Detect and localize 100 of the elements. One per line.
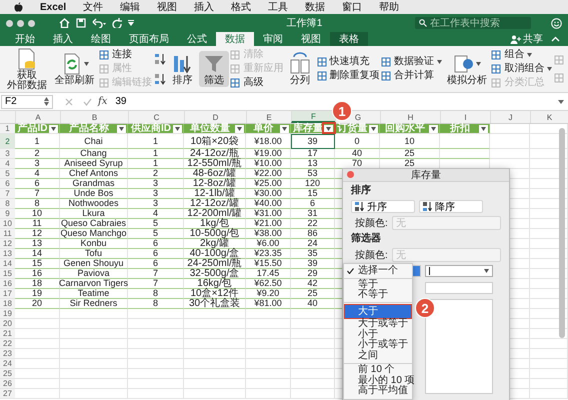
sort-ascending-button[interactable]: 升序 xyxy=(351,200,415,213)
ribbon-button[interactable]: 分列 xyxy=(285,51,316,87)
search-field[interactable]: 在工作表中搜索 xyxy=(415,17,531,29)
sort-ascending-icon[interactable] xyxy=(154,53,166,65)
caret-icon xyxy=(527,53,532,57)
table-cell: 3 xyxy=(128,199,184,209)
column-header[interactable]: A xyxy=(15,111,60,123)
redo-icon[interactable] xyxy=(112,18,122,28)
column-header[interactable]: F xyxy=(291,111,335,123)
ribbon-tab[interactable]: 表格 xyxy=(330,32,368,46)
menu-item[interactable]: 等于 xyxy=(344,280,412,290)
ribbon-tab[interactable]: 视图 xyxy=(292,32,330,46)
ribbon-tab[interactable]: 插入 xyxy=(44,32,82,46)
ribbon-button[interactable]: 排序 xyxy=(167,51,198,87)
empty-cell xyxy=(184,339,246,349)
menu-item[interactable]: 编辑 xyxy=(120,0,140,14)
ribbon-tab[interactable]: 审阅 xyxy=(254,32,292,46)
table-cell: 3 xyxy=(128,179,184,189)
row-number: 21 xyxy=(0,329,15,339)
empty-cell xyxy=(128,339,184,349)
filter-button[interactable] xyxy=(324,124,333,132)
undo-icon[interactable] xyxy=(92,18,106,28)
smiley-icon[interactable] xyxy=(551,18,562,28)
menu-item[interactable]: 工具 xyxy=(268,0,288,14)
ribbon-button[interactable]: 全部刷新 xyxy=(52,51,98,87)
caret-icon[interactable] xyxy=(558,100,564,104)
menu-item[interactable]: 格式 xyxy=(231,0,252,14)
menu-item[interactable]: 之间 xyxy=(344,351,412,362)
menu-item[interactable]: 数据 xyxy=(305,0,326,14)
zoom-button[interactable] xyxy=(28,20,35,26)
ribbon-button[interactable]: 删除重复项 xyxy=(316,70,380,82)
ribbon-tab[interactable]: 数据 xyxy=(216,32,254,46)
menu-item[interactable]: 选择一个 xyxy=(344,266,412,277)
ribbon-button[interactable]: 合并计算 xyxy=(381,70,442,82)
ribbon-button[interactable]: 连接 xyxy=(99,49,152,61)
app-menu[interactable]: Excel xyxy=(40,2,66,12)
filter-button[interactable] xyxy=(173,124,182,132)
empty-cell xyxy=(184,389,246,399)
menu-item[interactable]: 最小的 10 项 xyxy=(344,376,412,386)
menu-item[interactable]: 不等于 xyxy=(344,290,412,302)
value-field[interactable] xyxy=(425,265,493,277)
table-cell: 1kg/包 xyxy=(184,219,246,229)
close-button[interactable] xyxy=(347,171,354,178)
name-box[interactable]: F2 xyxy=(1,94,53,108)
check-icon[interactable] xyxy=(83,98,92,106)
row-number: 19 xyxy=(0,309,15,319)
grid-icon xyxy=(230,64,240,74)
ribbon-tab[interactable]: 公式 xyxy=(178,32,216,46)
ribbon-button[interactable]: 组合 xyxy=(491,49,552,61)
function-button[interactable]: fx xyxy=(98,96,108,107)
ribbon-tab[interactable]: 页面布局 xyxy=(120,32,178,46)
table-cell: 16kg/包 xyxy=(184,279,246,289)
close-button[interactable] xyxy=(6,20,13,26)
menu-item[interactable]: 帮助 xyxy=(379,0,400,14)
menu-item[interactable]: 视图 xyxy=(157,0,178,14)
table-cell: 1 xyxy=(128,149,184,159)
menu-item[interactable]: 高于平均值 xyxy=(344,386,412,397)
filter-button[interactable] xyxy=(429,124,438,132)
ribbon-button[interactable]: 取消组合 xyxy=(491,63,552,75)
ribbon-button[interactable]: 快速填充 xyxy=(316,56,380,68)
share-button[interactable]: 共享 xyxy=(504,32,551,46)
sort-descending-icon[interactable] xyxy=(154,73,166,85)
filter-button[interactable] xyxy=(369,124,378,132)
menu-item[interactable]: 大于或等于 xyxy=(344,319,412,330)
minimize-button[interactable] xyxy=(17,20,24,26)
table-cell: 22 xyxy=(291,219,335,229)
ribbon-button[interactable]: 筛选 xyxy=(198,51,229,87)
ribbon-tab[interactable]: 绘图 xyxy=(82,32,120,46)
sort-descending-button[interactable]: 降序 xyxy=(419,200,483,213)
column-header[interactable]: B xyxy=(60,111,128,123)
column-header[interactable]: K xyxy=(530,111,568,123)
input-field[interactable] xyxy=(425,282,493,294)
column-header[interactable]: C xyxy=(128,111,184,123)
home-icon[interactable] xyxy=(59,18,70,28)
filter-button[interactable] xyxy=(479,124,488,132)
ribbon-tab[interactable]: 开始 xyxy=(6,32,44,46)
scrollbar-thumb[interactable] xyxy=(559,128,565,338)
filter-button[interactable] xyxy=(235,124,244,132)
save-icon[interactable] xyxy=(76,18,86,28)
menu-item[interactable]: 窗口 xyxy=(342,0,362,14)
ribbon-button[interactable]: 获取 外部数据 xyxy=(4,46,50,92)
menu-item[interactable]: 文件 xyxy=(83,0,104,14)
table-cell: 3 xyxy=(128,189,184,199)
filter-button[interactable] xyxy=(117,124,126,132)
filter-button[interactable] xyxy=(49,124,58,132)
column-header[interactable]: J xyxy=(490,111,530,123)
apple-icon[interactable] xyxy=(14,2,23,12)
menu-item[interactable]: 小于或等于 xyxy=(344,340,412,352)
filter-button[interactable] xyxy=(280,124,289,132)
caret-icon[interactable] xyxy=(128,20,134,26)
column-header[interactable]: I xyxy=(440,111,490,123)
ribbon-button[interactable]: 模拟分析 xyxy=(444,51,490,87)
column-header[interactable]: H xyxy=(380,111,440,123)
caret-icon xyxy=(84,62,90,66)
column-heading: 折扣 xyxy=(448,124,471,133)
menu-item[interactable]: 插入 xyxy=(194,0,214,14)
menu-item[interactable]: 前 10 个 xyxy=(344,364,412,376)
column-header[interactable]: D xyxy=(184,111,246,123)
ribbon-button[interactable]: 数据验证 xyxy=(381,56,442,68)
ribbon-button[interactable]: 高级 xyxy=(230,77,284,89)
